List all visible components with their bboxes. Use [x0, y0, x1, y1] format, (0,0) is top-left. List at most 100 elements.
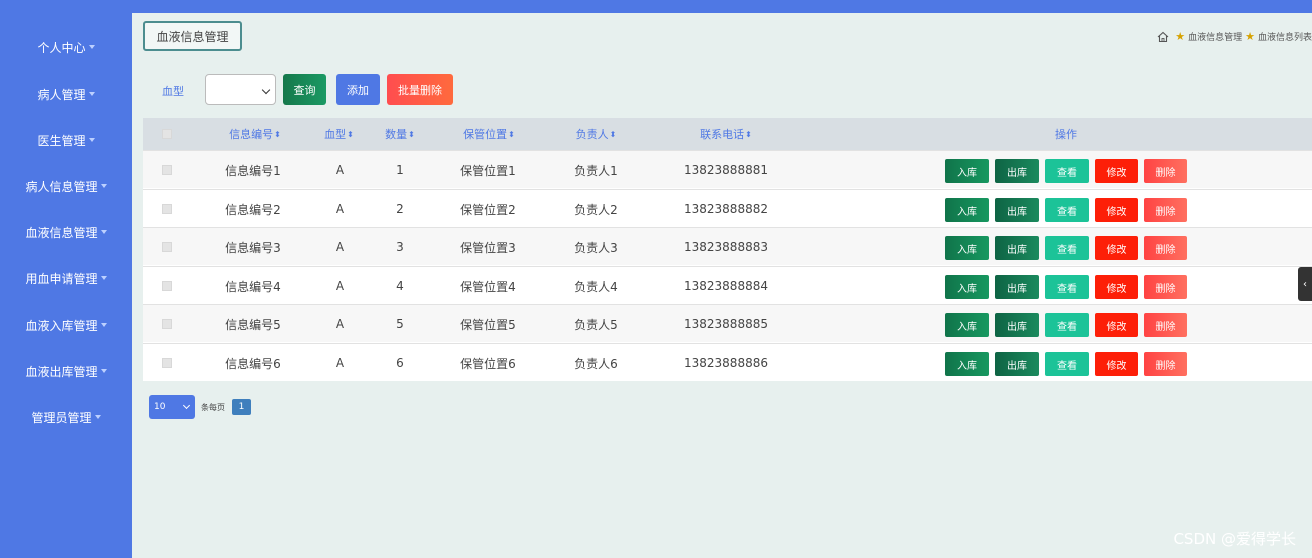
- stock-in-button[interactable]: 入库: [945, 275, 989, 299]
- delete-button[interactable]: 删除: [1144, 159, 1187, 183]
- stock-in-button[interactable]: 入库: [945, 236, 989, 260]
- view-button[interactable]: 查看: [1045, 275, 1089, 299]
- column-header-location[interactable]: 保管位置 ⬍: [456, 118, 522, 150]
- per-page-label: 条每页: [201, 403, 225, 412]
- add-button[interactable]: 添加: [336, 74, 380, 105]
- breadcrumb-item[interactable]: 血液信息管理: [1188, 30, 1242, 43]
- sort-icon: ⬍: [347, 129, 354, 139]
- chevron-left-icon[interactable]: ‹: [1298, 267, 1312, 301]
- sidebar-item-label: 管理员管理: [31, 410, 92, 425]
- view-button[interactable]: 查看: [1045, 236, 1089, 260]
- sidebar-item-personal-center[interactable]: 个人中心: [0, 27, 132, 67]
- cell-person: 负责人2: [574, 202, 618, 217]
- chevron-down-icon: [182, 401, 191, 410]
- view-button[interactable]: 查看: [1045, 159, 1089, 183]
- sidebar-item-patient-info[interactable]: 病人信息管理: [0, 166, 132, 206]
- caret-down-icon: [88, 45, 95, 49]
- sidebar-item-blood-stock-in[interactable]: 血液入库管理: [0, 305, 132, 345]
- cell-id: 信息编号6: [225, 356, 281, 371]
- sidebar-item-blood-info[interactable]: 血液信息管理: [0, 212, 132, 252]
- cell-blood-type: A: [335, 163, 345, 177]
- sidebar-item-label: 用血申请管理: [25, 271, 98, 286]
- caret-down-icon: [100, 369, 107, 373]
- stock-in-button[interactable]: 入库: [945, 313, 989, 337]
- delete-button[interactable]: 删除: [1144, 236, 1187, 260]
- sidebar-item-label: 血液入库管理: [25, 318, 98, 333]
- delete-button[interactable]: 删除: [1144, 198, 1187, 222]
- edit-button[interactable]: 修改: [1095, 352, 1138, 376]
- caret-down-icon: [94, 415, 101, 419]
- delete-button[interactable]: 删除: [1144, 352, 1187, 376]
- sidebar-item-label: 医生管理: [37, 133, 86, 148]
- sidebar-item-doctors[interactable]: 医生管理: [0, 120, 132, 160]
- stock-out-button[interactable]: 出库: [995, 198, 1039, 222]
- cell-person: 负责人5: [574, 317, 618, 332]
- column-header-actions: 操作: [1055, 128, 1077, 141]
- column-header-id[interactable]: 信息编号 ⬍: [220, 118, 290, 150]
- edit-button[interactable]: 修改: [1095, 198, 1138, 222]
- column-header-blood-type[interactable]: 血型 ⬍: [319, 118, 359, 150]
- page-number-button[interactable]: 1: [232, 399, 251, 415]
- sidebar-item-label: 病人管理: [37, 87, 86, 102]
- stock-in-button[interactable]: 入库: [945, 159, 989, 183]
- row-checkbox[interactable]: [162, 242, 172, 252]
- cell-phone: 13823888882: [684, 202, 768, 216]
- stock-out-button[interactable]: 出库: [995, 159, 1039, 183]
- column-header-quantity[interactable]: 数量 ⬍: [378, 118, 422, 150]
- batch-delete-button[interactable]: 批量删除: [387, 74, 453, 105]
- edit-button[interactable]: 修改: [1095, 275, 1138, 299]
- sort-icon: ⬍: [274, 129, 281, 139]
- row-checkbox[interactable]: [162, 358, 172, 368]
- stock-out-button[interactable]: 出库: [995, 275, 1039, 299]
- row-checkbox[interactable]: [162, 319, 172, 329]
- column-header-person[interactable]: 负责人 ⬍: [569, 118, 623, 150]
- view-button[interactable]: 查看: [1045, 352, 1089, 376]
- cell-location: 保管位置4: [460, 279, 516, 294]
- cell-id: 信息编号4: [225, 279, 281, 294]
- stock-in-button[interactable]: 入库: [945, 352, 989, 376]
- edit-button[interactable]: 修改: [1095, 236, 1138, 260]
- home-icon[interactable]: [1157, 31, 1169, 43]
- page-size-select[interactable]: 10: [149, 395, 195, 419]
- sidebar-item-admins[interactable]: 管理员管理: [0, 397, 132, 437]
- sort-icon: ⬍: [508, 129, 515, 139]
- edit-button[interactable]: 修改: [1095, 313, 1138, 337]
- row-checkbox[interactable]: [162, 281, 172, 291]
- view-button[interactable]: 查看: [1045, 313, 1089, 337]
- cell-phone: 13823888885: [684, 317, 768, 331]
- star-icon: ★: [1175, 30, 1186, 43]
- table-row: 信息编号5 A 5 保管位置5 负责人5 13823888885 入库 出库 查…: [143, 304, 1312, 342]
- sidebar-item-patients[interactable]: 病人管理: [0, 74, 132, 114]
- delete-button[interactable]: 删除: [1144, 275, 1187, 299]
- query-button[interactable]: 查询: [283, 74, 326, 105]
- cell-blood-type: A: [335, 202, 345, 216]
- cell-location: 保管位置1: [460, 163, 516, 178]
- cell-location: 保管位置6: [460, 356, 516, 371]
- stock-in-button[interactable]: 入库: [945, 198, 989, 222]
- delete-button[interactable]: 删除: [1144, 313, 1187, 337]
- edit-button[interactable]: 修改: [1095, 159, 1138, 183]
- cell-phone: 13823888886: [684, 356, 768, 370]
- chevron-down-icon: [261, 85, 271, 95]
- page-size-value: 10: [154, 402, 166, 412]
- stock-out-button[interactable]: 出库: [995, 352, 1039, 376]
- sidebar-item-blood-stock-out[interactable]: 血液出库管理: [0, 351, 132, 391]
- column-header-phone[interactable]: 联系电话 ⬍: [693, 118, 759, 150]
- blood-type-select[interactable]: [205, 74, 276, 105]
- stock-out-button[interactable]: 出库: [995, 236, 1039, 260]
- cell-quantity: 6: [396, 356, 404, 370]
- watermark: CSDN @爱得学长: [1173, 530, 1296, 548]
- cell-id: 信息编号5: [225, 317, 281, 332]
- view-button[interactable]: 查看: [1045, 198, 1089, 222]
- row-checkbox[interactable]: [162, 204, 172, 214]
- select-all-checkbox[interactable]: [162, 129, 172, 139]
- row-checkbox[interactable]: [162, 165, 172, 175]
- cell-quantity: 5: [396, 317, 404, 331]
- caret-down-icon: [100, 230, 107, 234]
- sort-icon: ⬍: [609, 129, 617, 139]
- stock-out-button[interactable]: 出库: [995, 313, 1039, 337]
- breadcrumb-item[interactable]: 血液信息列表: [1258, 30, 1312, 43]
- page-title-tab[interactable]: 血液信息管理: [143, 21, 242, 51]
- sort-icon: ⬍: [408, 129, 415, 139]
- sidebar-item-blood-request[interactable]: 用血申请管理: [0, 258, 132, 298]
